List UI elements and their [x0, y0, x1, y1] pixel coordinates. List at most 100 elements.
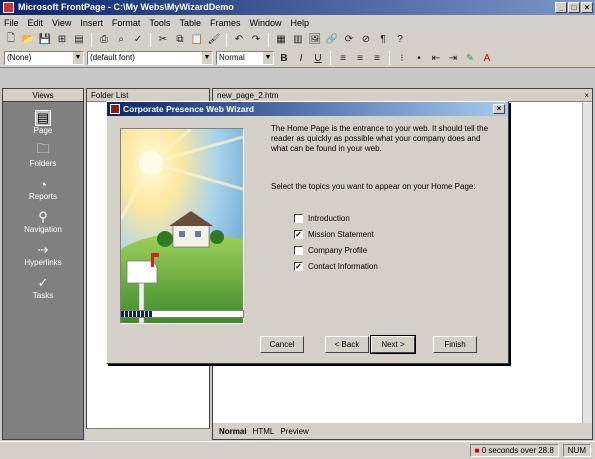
- menu-view[interactable]: View: [52, 18, 71, 28]
- editor-bottom-tabs: Normal HTML Preview: [213, 423, 592, 439]
- font-select[interactable]: (default font) ▼: [87, 51, 213, 65]
- insert-picture-icon[interactable]: 🖼: [308, 33, 322, 47]
- standard-toolbar: 🗋 📂 💾 ⊞ ▤ ⎙ ⌕ ✓ ✂ ⧉ 📋 🖌 ↶ ↷ ▦ ▥ 🖼 🔗 ⟳ ⊘ …: [0, 30, 595, 49]
- redo-icon[interactable]: ↷: [249, 33, 263, 47]
- decrease-indent-icon[interactable]: ⇤: [429, 51, 443, 65]
- preview-icon[interactable]: ⌕: [114, 33, 128, 47]
- align-right-icon[interactable]: ≡: [370, 51, 384, 65]
- topic-label: Company Profile: [308, 246, 368, 255]
- wizard-progress: [120, 310, 244, 318]
- print-icon[interactable]: ⎙: [97, 33, 111, 47]
- folder-list-icon[interactable]: ▤: [72, 33, 86, 47]
- dialog-title: Corporate Presence Web Wizard: [123, 104, 255, 114]
- italic-icon[interactable]: I: [294, 51, 308, 65]
- checkbox-mission-statement[interactable]: ✓: [294, 230, 303, 239]
- show-all-icon[interactable]: ¶: [376, 33, 390, 47]
- format-painter-icon[interactable]: 🖌: [207, 33, 221, 47]
- formatting-toolbar: (None) ▼ (default font) ▼ Normal ▼ B I U…: [0, 49, 595, 68]
- wizard-progress-fill: [121, 311, 152, 317]
- checkbox-introduction[interactable]: [294, 214, 303, 223]
- toolbar-separator: [226, 32, 227, 47]
- size-select[interactable]: Normal ▼: [216, 51, 274, 65]
- increase-indent-icon[interactable]: ⇥: [446, 51, 460, 65]
- topic-company-profile[interactable]: Company Profile: [294, 246, 367, 255]
- topic-contact-information[interactable]: ✓ Contact Information: [294, 262, 378, 271]
- close-icon[interactable]: ×: [584, 89, 589, 102]
- view-hyperlinks[interactable]: ⇢ Hyperlinks: [3, 242, 83, 267]
- new-page-icon[interactable]: 🗋: [4, 33, 18, 47]
- tab-html[interactable]: HTML: [253, 427, 275, 436]
- align-center-icon[interactable]: ≡: [353, 51, 367, 65]
- view-label: Hyperlinks: [24, 258, 62, 267]
- app-title: Microsoft FrontPage - C:\My Webs\MyWizar…: [18, 2, 234, 12]
- tasks-icon: ✓: [37, 275, 49, 290]
- home-mailbox-illustration: [121, 129, 243, 323]
- align-left-icon[interactable]: ≡: [336, 51, 350, 65]
- topic-mission-statement[interactable]: ✓ Mission Statement: [294, 230, 374, 239]
- menu-bar: File Edit View Insert Format Tools Table…: [0, 15, 595, 30]
- numbering-icon[interactable]: ⁝: [395, 51, 409, 65]
- download-time: ■ 0 seconds over 28.8: [469, 444, 559, 457]
- finish-button[interactable]: Finish: [433, 336, 477, 353]
- view-navigation[interactable]: ⚲ Navigation: [3, 209, 83, 234]
- dialog-close-button[interactable]: ×: [493, 104, 505, 114]
- back-button[interactable]: < Back: [325, 336, 369, 353]
- menu-window[interactable]: Window: [249, 18, 281, 28]
- menu-insert[interactable]: Insert: [80, 18, 103, 28]
- menu-tools[interactable]: Tools: [149, 18, 170, 28]
- minimize-button[interactable]: _: [555, 2, 567, 13]
- views-bar: Views ▤ Page 🗀 Folders ◔ Reports ⚲ Navig…: [2, 88, 84, 440]
- menu-help[interactable]: Help: [290, 18, 309, 28]
- undo-icon[interactable]: ↶: [232, 33, 246, 47]
- hyperlinks-icon: ⇢: [37, 242, 49, 257]
- stop-icon[interactable]: ⊘: [359, 33, 373, 47]
- wizard-icon: [110, 104, 120, 114]
- maximize-button[interactable]: □: [568, 2, 580, 13]
- close-button[interactable]: ×: [581, 2, 593, 13]
- menu-table[interactable]: Table: [179, 18, 201, 28]
- refresh-icon[interactable]: ⟳: [342, 33, 356, 47]
- copy-icon[interactable]: ⧉: [173, 33, 187, 47]
- folder-list-scrollbar[interactable]: [86, 428, 210, 440]
- wizard-prompt: Select the topics you want to appear on …: [271, 182, 476, 191]
- paste-icon[interactable]: 📋: [190, 33, 204, 47]
- view-tasks[interactable]: ✓ Tasks: [3, 275, 83, 300]
- insert-component-icon[interactable]: ▦: [274, 33, 288, 47]
- reports-icon: ◔: [39, 176, 47, 192]
- style-select[interactable]: (None) ▼: [4, 51, 84, 65]
- cut-icon[interactable]: ✂: [156, 33, 170, 47]
- checkbox-contact-information[interactable]: ✓: [294, 262, 303, 271]
- spelling-icon[interactable]: ✓: [131, 33, 145, 47]
- editor-vertical-scrollbar[interactable]: [582, 103, 592, 423]
- topic-label: Contact Information: [308, 262, 378, 271]
- cancel-button[interactable]: Cancel: [260, 336, 304, 353]
- view-reports[interactable]: ◔ Reports: [3, 176, 83, 202]
- help-icon[interactable]: ?: [393, 33, 407, 47]
- view-page[interactable]: ▤ Page: [3, 110, 83, 135]
- checkbox-company-profile[interactable]: [294, 246, 303, 255]
- view-label: Page: [33, 126, 53, 135]
- next-button[interactable]: Next >: [370, 335, 416, 354]
- menu-edit[interactable]: Edit: [28, 18, 44, 28]
- view-folders[interactable]: 🗀 Folders: [3, 141, 83, 168]
- bold-icon[interactable]: B: [277, 51, 291, 65]
- bullets-icon[interactable]: •: [412, 51, 426, 65]
- insert-table-icon[interactable]: ▥: [291, 33, 305, 47]
- topic-introduction[interactable]: Introduction: [294, 214, 350, 223]
- underline-icon[interactable]: U: [311, 51, 325, 65]
- open-icon[interactable]: 📂: [21, 33, 35, 47]
- status-bar: ■ 0 seconds over 28.8 NUM: [0, 441, 595, 459]
- editor-tab-label: new_page_2.htm: [217, 91, 279, 100]
- view-label: Folders: [29, 159, 57, 168]
- menu-format[interactable]: Format: [112, 18, 141, 28]
- hyperlink-icon[interactable]: 🔗: [325, 33, 339, 47]
- save-icon[interactable]: 💾: [38, 33, 52, 47]
- tab-normal[interactable]: Normal: [219, 427, 247, 436]
- publish-icon[interactable]: ⊞: [55, 33, 69, 47]
- menu-frames[interactable]: Frames: [210, 18, 241, 28]
- highlight-icon[interactable]: ✎: [463, 51, 477, 65]
- font-color-icon[interactable]: A: [480, 51, 494, 65]
- tab-preview[interactable]: Preview: [280, 427, 308, 436]
- toolbar-separator: [268, 32, 269, 47]
- menu-file[interactable]: File: [4, 18, 19, 28]
